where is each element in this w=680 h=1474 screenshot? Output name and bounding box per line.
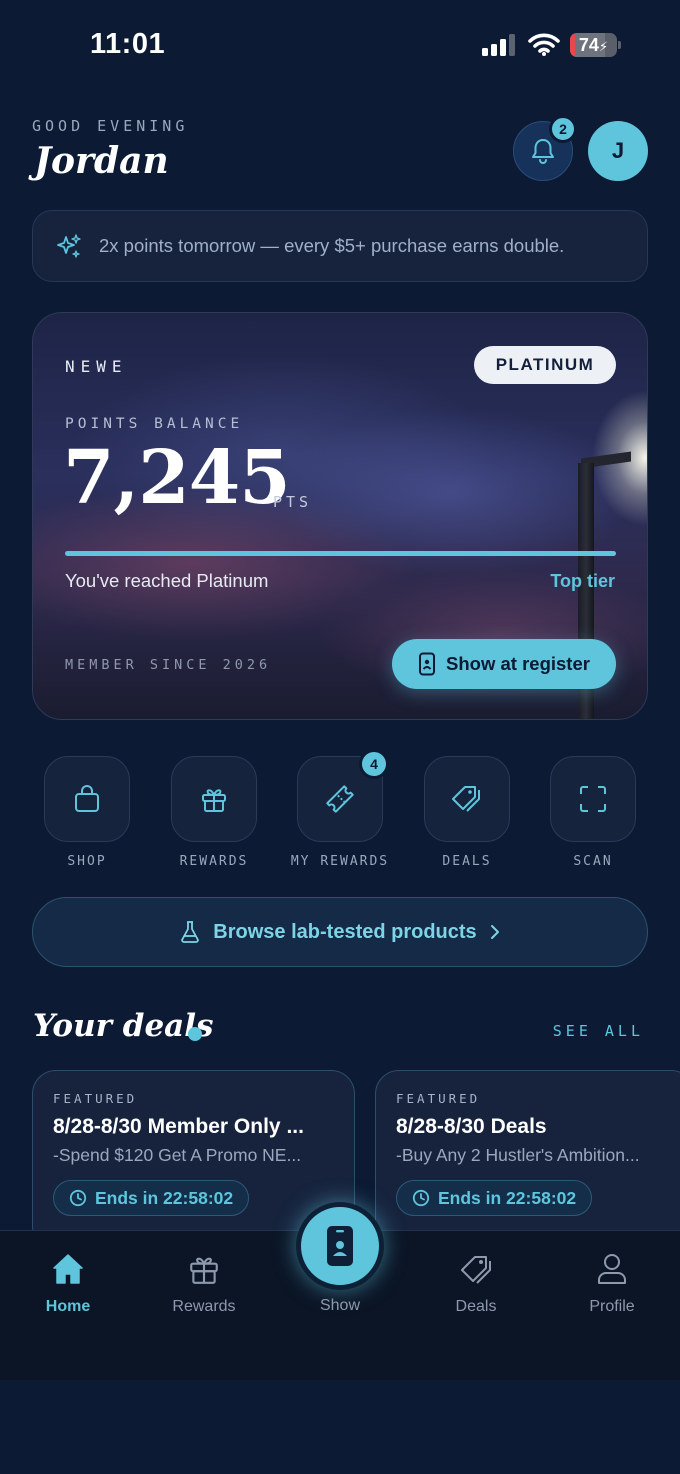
battery-icon: 74⚡ [570, 33, 622, 57]
tab-label: Profile [589, 1298, 635, 1315]
quick-action-scan[interactable]: SCAN [550, 756, 636, 869]
deal-countdown: Ends in 22:58:02 [396, 1180, 593, 1216]
deal-card[interactable]: FEATURED 8/28-8/30 Deals -Buy Any 2 Hust… [375, 1070, 680, 1250]
points-card[interactable]: NEWE PLATINUM POINTS BALANCE 7,245 PTS Y… [32, 312, 648, 720]
cellular-signal-icon [482, 34, 518, 56]
deal-title: 8/28-8/30 Member Only ... [53, 1115, 304, 1138]
tab-label: Rewards [172, 1298, 236, 1315]
member-card-icon [327, 1226, 353, 1266]
tier-progress-text: You've reached Platinum [65, 570, 269, 591]
tab-rewards[interactable]: Rewards [144, 1252, 264, 1316]
quick-action-label: SHOP [67, 854, 107, 869]
tab-label: Home [45, 1298, 91, 1315]
notification-count-badge: 2 [549, 115, 577, 143]
tab-show-label: Show [319, 1297, 361, 1314]
promo-banner[interactable]: 2x points tomorrow — every $5+ purchase … [32, 210, 648, 282]
tab-label: Deals [455, 1298, 497, 1315]
phone-card-icon [419, 652, 436, 676]
chevron-right-icon [490, 925, 499, 939]
quick-action-label: SCAN [573, 854, 613, 869]
battery-level: 74⚡ [578, 35, 609, 55]
tier-progress-bar [65, 551, 616, 556]
deals-section-title: Your deals [33, 1008, 214, 1044]
browse-label: Browse lab-tested products [213, 920, 477, 943]
page-bottom-area [0, 1380, 680, 1474]
ticket-icon [326, 785, 354, 813]
home-icon [53, 1254, 83, 1284]
deals-indicator-dot [188, 1027, 202, 1041]
points-balance-value: 7,245 [63, 435, 291, 521]
tier-status: Top tier [550, 571, 615, 591]
deal-countdown-text: Ends in 22:58:02 [95, 1187, 234, 1208]
bell-icon [532, 139, 554, 164]
clock-icon [69, 1189, 87, 1207]
quick-action-label: MY REWARDS [290, 854, 390, 869]
deal-subtitle: -Spend $120 Get A Promo NE... [53, 1145, 302, 1165]
show-at-register-button[interactable]: Show at register [392, 639, 616, 689]
deal-countdown: Ends in 22:58:02 [53, 1180, 250, 1216]
user-icon [598, 1254, 626, 1284]
user-name: Jordan [34, 140, 169, 182]
wifi-icon [528, 32, 560, 56]
show-at-register-label: Show at register [446, 653, 590, 674]
gift-icon [202, 789, 226, 812]
quick-action-rewards[interactable]: REWARDS [171, 756, 257, 869]
promo-text: 2x points tomorrow — every $5+ purchase … [99, 235, 565, 256]
flask-icon [181, 921, 200, 943]
points-unit: PTS [273, 493, 313, 511]
browse-lab-tested-button[interactable]: Browse lab-tested products [32, 897, 648, 967]
deal-tag: FEATURED [396, 1091, 481, 1106]
tab-deals[interactable]: Deals [416, 1252, 536, 1316]
tab-home[interactable]: Home [8, 1252, 128, 1316]
tab-profile[interactable]: Profile [552, 1252, 672, 1316]
clock-icon [412, 1189, 430, 1207]
member-since: MEMBER SINCE 2026 [65, 657, 272, 673]
scan-icon [580, 786, 606, 812]
points-balance-label: POINTS BALANCE [65, 416, 244, 432]
status-time: 11:01 [90, 28, 166, 60]
greeting: GOOD EVENING [32, 117, 189, 135]
quick-action-label: DEALS [442, 854, 492, 869]
tier-progress-fill [65, 551, 616, 556]
tab-show-button[interactable] [296, 1202, 384, 1290]
brand-name: NEWE [65, 357, 128, 376]
deal-title: 8/28-8/30 Deals [396, 1115, 547, 1138]
tag-icon [461, 1256, 491, 1284]
quick-action-deals[interactable]: DEALS [424, 756, 510, 869]
deal-countdown-text: Ends in 22:58:02 [438, 1187, 577, 1208]
deal-tag: FEATURED [53, 1091, 138, 1106]
see-all-link[interactable]: SEE ALL [553, 1022, 644, 1040]
quick-action-shop[interactable]: SHOP [44, 756, 130, 869]
quick-action-label: REWARDS [179, 854, 249, 869]
shopping-bag-icon [75, 785, 99, 812]
avatar[interactable]: J [588, 121, 648, 181]
sparkles-icon [57, 234, 81, 258]
deal-subtitle: -Buy Any 2 Hustler's Ambition... [396, 1145, 640, 1165]
tags-icon [452, 786, 480, 812]
gift-icon [190, 1257, 218, 1284]
tier-badge: PLATINUM [474, 346, 616, 384]
my-rewards-count-badge: 4 [359, 749, 389, 779]
